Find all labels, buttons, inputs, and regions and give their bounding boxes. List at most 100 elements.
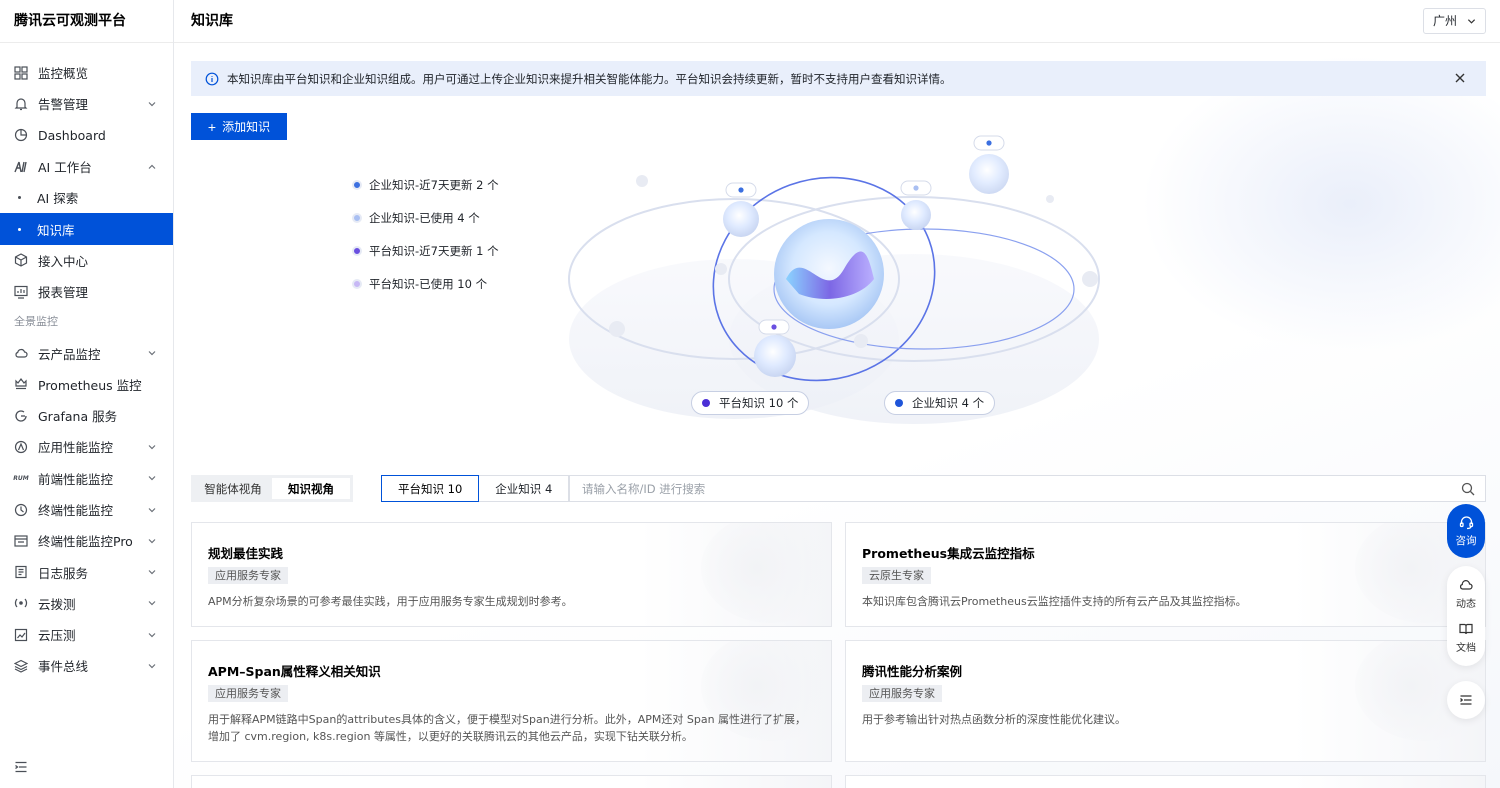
card-tag: 应用服务专家 xyxy=(208,567,288,584)
knowledge-card[interactable]: 规划最佳实践 应用服务专家 APM分析复杂场景的可参考最佳实践，用于应用服务专家… xyxy=(191,522,832,627)
sidebar-item-terminal-perf[interactable]: 终端性能监控 xyxy=(0,494,173,525)
sidebar-item-label: 报表管理 xyxy=(38,285,89,301)
bullet-dot xyxy=(18,196,21,200)
sidebar-item-label: Prometheus 监控 xyxy=(38,377,142,393)
card-description: APM分析复杂场景的可参考最佳实践，用于应用服务专家生成规划时参考。 xyxy=(208,595,573,608)
close-icon[interactable] xyxy=(1454,72,1466,84)
bell-icon xyxy=(14,97,28,111)
sidebar-item-terminal-perf-pro[interactable]: 终端性能监控Pro xyxy=(0,525,173,556)
view-knowledge-perspective[interactable]: 知识视角 xyxy=(272,478,350,499)
sidebar-item-knowledge-base[interactable]: 知识库 xyxy=(0,213,173,245)
sidebar-item-overview[interactable]: 监控概览 xyxy=(0,57,173,88)
background-glow xyxy=(1140,54,1500,354)
sidebar-item-log[interactable]: 日志服务 xyxy=(0,556,173,587)
sidebar-item-label: 云拨测 xyxy=(38,596,76,612)
bullet-dot xyxy=(18,227,21,231)
sidebar-item-label: 知识库 xyxy=(37,222,75,238)
terminal-pro-icon xyxy=(14,534,28,548)
sidebar-item-access-center[interactable]: 接入中心 xyxy=(0,245,173,276)
knowledge-card[interactable] xyxy=(191,775,832,788)
view-agent-perspective[interactable]: 智能体视角 xyxy=(194,478,272,499)
region-value: 广州 xyxy=(1432,14,1457,28)
legend-dot xyxy=(352,212,362,223)
sidebar-item-label: 云产品监控 xyxy=(38,346,101,362)
search-input[interactable] xyxy=(582,481,1461,496)
sidebar-item-prometheus[interactable]: Prometheus 监控 xyxy=(0,369,173,400)
legend-item: 企业知识-已使用 4 个 xyxy=(352,201,499,234)
knowledge-card[interactable] xyxy=(845,775,1486,788)
sidebar-item-label: 接入中心 xyxy=(38,253,89,269)
legend-item: 平台知识-已使用 10 个 xyxy=(352,267,499,300)
legend-label: 企业知识-近7天更新 2 个 xyxy=(369,177,499,192)
chevron-up-icon xyxy=(148,164,156,169)
cloud-icon xyxy=(14,346,28,360)
add-knowledge-button[interactable]: + 添加知识 xyxy=(191,113,287,140)
consult-label: 咨询 xyxy=(1455,534,1477,547)
tab-enterprise-knowledge[interactable]: 企业知识 4 xyxy=(479,475,570,502)
card-title: APM–Span属性释义相关知识 xyxy=(208,664,381,679)
search-box xyxy=(569,475,1486,502)
sidebar-item-ai-workbench[interactable]: AI 工作台 xyxy=(0,151,173,182)
sidebar-item-apm[interactable]: 应用性能监控 xyxy=(0,431,173,462)
collapse-menu-icon[interactable] xyxy=(14,760,28,774)
sidebar-item-probe[interactable]: 云拨测 xyxy=(0,588,173,619)
dashboard-icon xyxy=(14,128,28,142)
terminal-perf-icon xyxy=(14,503,28,517)
float-toolbar: 动态 文档 xyxy=(1447,566,1485,666)
knowledge-card[interactable]: APM–Span属性释义相关知识 应用服务专家 用于解释APM链路中Span的a… xyxy=(191,640,832,762)
card-tag: 应用服务专家 xyxy=(208,685,288,702)
card-title: Prometheus集成云监控指标 xyxy=(862,546,1035,561)
sidebar-item-grafana[interactable]: Grafana 服务 xyxy=(0,400,173,431)
sidebar-item-dashboard[interactable]: Dashboard xyxy=(0,120,173,151)
page-header: 知识库 广州 xyxy=(174,0,1500,43)
card-tag: 应用服务专家 xyxy=(862,685,942,702)
sidebar-item-pressure[interactable]: 云压测 xyxy=(0,619,173,650)
card-description: 用于参考输出针对热点函数分析的深度性能优化建议。 xyxy=(862,713,1126,726)
grid-icon xyxy=(14,66,28,80)
chevron-down-icon xyxy=(148,444,156,450)
tab-platform-knowledge[interactable]: 平台知识 10 xyxy=(381,475,480,502)
sidebar-item-label: 监控概览 xyxy=(38,66,89,82)
float-menu-button[interactable] xyxy=(1447,681,1485,719)
knowledge-card[interactable]: 腾讯性能分析案例 应用服务专家 用于参考输出针对热点函数分析的深度性能优化建议。 xyxy=(845,640,1486,762)
sidebar-item-label: 终端性能监控Pro xyxy=(38,534,133,550)
card-title: 规划最佳实践 xyxy=(208,546,284,561)
sidebar-item-event-bus[interactable]: 事件总线 xyxy=(0,650,173,681)
section-label: 全景监控 xyxy=(14,315,58,329)
sidebar-item-rum[interactable]: RUM 前端性能监控 xyxy=(0,463,173,494)
chevron-down-icon xyxy=(148,538,156,544)
pill-platform-knowledge: 平台知识 10 个 xyxy=(691,391,810,415)
legend-dot xyxy=(352,278,362,289)
legend: 企业知识-近7天更新 2 个 企业知识-已使用 4 个 平台知识-近7天更新 1… xyxy=(352,168,499,300)
legend-label: 平台知识-近7天更新 1 个 xyxy=(369,243,499,258)
sidebar-item-ai-explore[interactable]: AI 探索 xyxy=(0,182,173,213)
knowledge-card[interactable]: Prometheus集成云监控指标 云原生专家 本知识库包含腾讯云Prometh… xyxy=(845,522,1486,627)
search-icon[interactable] xyxy=(1461,482,1475,496)
info-icon xyxy=(205,72,219,85)
chevron-down-icon xyxy=(148,664,156,669)
cloud-bell-icon xyxy=(1460,580,1473,590)
sidebar-item-label: 日志服务 xyxy=(38,565,89,581)
pill-dot xyxy=(895,399,903,407)
pill-label: 平台知识 10 个 xyxy=(719,396,799,410)
card-title: 腾讯性能分析案例 xyxy=(862,664,963,679)
sidebar-item-alarm[interactable]: 告警管理 xyxy=(0,88,173,119)
chevron-down-icon xyxy=(148,476,156,481)
sidebar-item-label: Dashboard xyxy=(38,127,106,143)
knowledge-tabs: 平台知识 10 企业知识 4 xyxy=(381,475,570,502)
chevron-down-icon xyxy=(148,507,156,512)
docs-button[interactable]: 文档 xyxy=(1456,622,1476,654)
sidebar-item-label: AI 探索 xyxy=(37,191,79,207)
card-description: 本知识库包含腾讯云Prometheus云监控插件支持的所有云产品及其监控指标。 xyxy=(862,595,1247,608)
plus-icon: + xyxy=(207,118,217,135)
brand-title[interactable]: 腾讯云可观测平台 xyxy=(0,0,173,43)
region-select[interactable]: 广州 xyxy=(1422,8,1486,34)
sidebar-item-cloud-monitor[interactable]: 云产品监控 xyxy=(0,337,173,368)
consult-button[interactable]: 咨询 xyxy=(1447,504,1485,558)
news-button[interactable]: 动态 xyxy=(1456,578,1476,610)
card-tag: 云原生专家 xyxy=(862,567,931,584)
chevron-down-icon xyxy=(1467,19,1476,24)
book-icon xyxy=(1459,623,1473,635)
pill-dot xyxy=(702,399,710,407)
sidebar-item-report[interactable]: 报表管理 xyxy=(0,276,173,307)
